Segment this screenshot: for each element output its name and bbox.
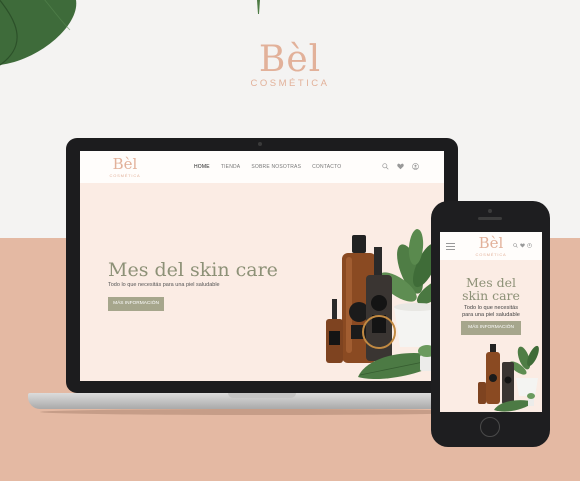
mobile-more-info-button[interactable]: MÁS INFORMACIÓN	[461, 321, 521, 335]
laptop-shadow	[40, 409, 484, 415]
laptop-screen: Bèl COSMÉTICA HOME TIENDA SOBRE NOSOTRAS…	[80, 151, 444, 381]
nav-item-contacto[interactable]: CONTACTO	[312, 164, 341, 170]
mobile-header-icons	[513, 243, 532, 248]
nav-item-sobre-nosotras[interactable]: SOBRE NOSOTRAS	[251, 164, 301, 170]
phone-speaker	[478, 217, 502, 220]
mobile-hero-subtitle: Todo lo que necesitás para una piel salu…	[440, 305, 542, 319]
cosmetics-product-image	[326, 229, 444, 379]
nav-item-tienda[interactable]: TIENDA	[221, 164, 241, 170]
phone-screen: Bèl COSMÉTICA Mes del skin care Todo lo …	[440, 232, 542, 412]
mobile-logo-name: Bèl	[478, 234, 504, 252]
mobile-hero-subtitle-line1: Todo lo que necesitás	[463, 305, 519, 311]
decorative-stem-image	[257, 0, 260, 14]
heart-icon[interactable]	[520, 243, 525, 248]
phone-home-button	[480, 417, 500, 437]
search-icon[interactable]	[382, 163, 389, 170]
laptop-trackpad-notch	[228, 393, 296, 398]
user-icon[interactable]	[412, 163, 419, 170]
site-logo-tagline: COSMÉTICA	[109, 173, 141, 178]
nav-item-home[interactable]: HOME	[194, 164, 210, 170]
heart-icon[interactable]	[397, 163, 404, 170]
site-nav: HOME TIENDA SOBRE NOSOTRAS CONTACTO	[194, 164, 341, 170]
brand-tagline: COSMÉTICA	[250, 78, 330, 89]
mobile-hero-title: Mes del skin care	[440, 276, 542, 302]
brand-logo: Bèl COSMÉTICA	[240, 39, 340, 90]
site-logo-name: Bèl	[112, 155, 138, 173]
hero-more-info-button[interactable]: MÁS INFORMACIÓN	[108, 297, 164, 311]
mobile-logo-tagline: COSMÉTICA	[475, 252, 507, 257]
mobile-cosmetics-product-image	[478, 344, 539, 412]
site-header-icons	[382, 163, 419, 170]
decorative-leaf-image	[0, 0, 77, 66]
user-icon[interactable]	[527, 243, 532, 248]
mobile-hero-subtitle-line2: para una piel saludable	[462, 311, 520, 318]
site-header: Bèl COSMÉTICA HOME TIENDA SOBRE NOSOTRAS…	[80, 151, 444, 183]
site-logo[interactable]: Bèl COSMÉTICA	[108, 155, 142, 179]
hamburger-menu-icon[interactable]	[446, 243, 455, 250]
phone-camera	[488, 209, 492, 213]
mobile-logo[interactable]: Bèl COSMÉTICA	[474, 234, 508, 258]
hero-subtitle: Todo lo que necesitás para una piel salu…	[108, 282, 220, 288]
laptop-camera	[258, 142, 262, 146]
brand-name: Bèl	[258, 39, 322, 80]
search-icon[interactable]	[513, 243, 518, 248]
mobile-hero-title-line2: skin care	[462, 288, 520, 303]
mobile-header: Bèl COSMÉTICA	[440, 232, 542, 260]
